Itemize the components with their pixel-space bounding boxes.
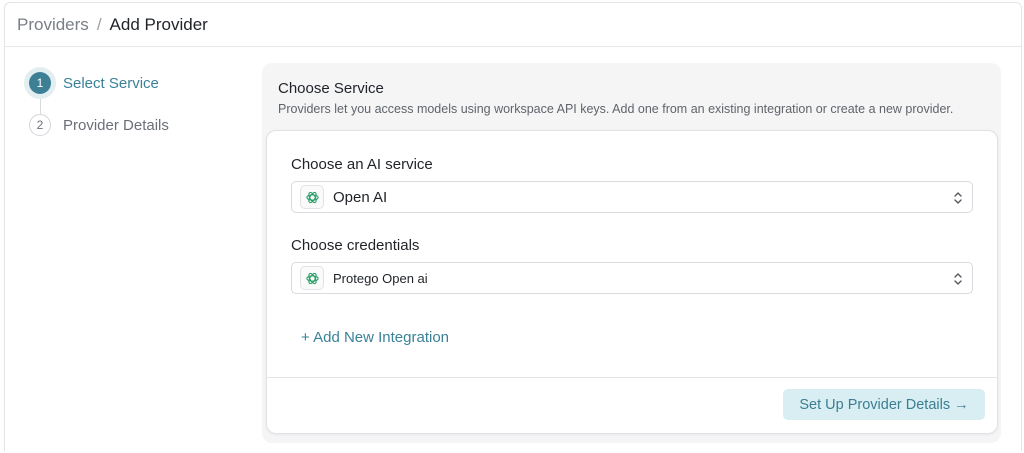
panel-title: Choose Service: [278, 80, 384, 97]
stepper-connector: [40, 99, 41, 114]
card-divider: [267, 377, 997, 378]
ai-service-label: Choose an AI service: [291, 156, 433, 173]
credentials-select[interactable]: Protego Open ai: [291, 262, 973, 294]
ai-service-value: Open AI: [333, 188, 388, 206]
breadcrumb-separator: /: [96, 14, 102, 34]
openai-logo-icon: [300, 185, 324, 209]
step-1-indicator: 1: [24, 67, 56, 99]
service-form-card: Choose an AI service Open AI Choose cred…: [266, 130, 998, 434]
add-new-integration-link[interactable]: + Add New Integration: [301, 329, 449, 346]
breadcrumb: Providers / Add Provider: [5, 3, 1021, 47]
step-1-label: Select Service: [63, 74, 159, 92]
step-2-label: Provider Details: [63, 116, 169, 134]
step-1-number: 1: [29, 72, 51, 94]
ai-service-select[interactable]: Open AI: [291, 181, 973, 213]
step-select-service[interactable]: 1 Select Service: [24, 67, 159, 99]
credentials-label: Choose credentials: [291, 237, 420, 254]
openai-logo-icon: [300, 266, 324, 290]
panel-description: Providers let you access models using wo…: [278, 102, 954, 116]
chevron-up-down-icon: [954, 192, 962, 204]
step-2-number: 2: [29, 114, 51, 136]
step-provider-details[interactable]: 2 Provider Details: [29, 114, 169, 136]
credentials-value: Protego Open ai: [333, 270, 428, 286]
chevron-up-down-icon: [954, 273, 962, 285]
page-title: Add Provider: [109, 14, 208, 34]
set-up-provider-details-button[interactable]: Set Up Provider Details →: [783, 389, 985, 420]
breadcrumb-providers-link[interactable]: Providers: [17, 15, 89, 35]
